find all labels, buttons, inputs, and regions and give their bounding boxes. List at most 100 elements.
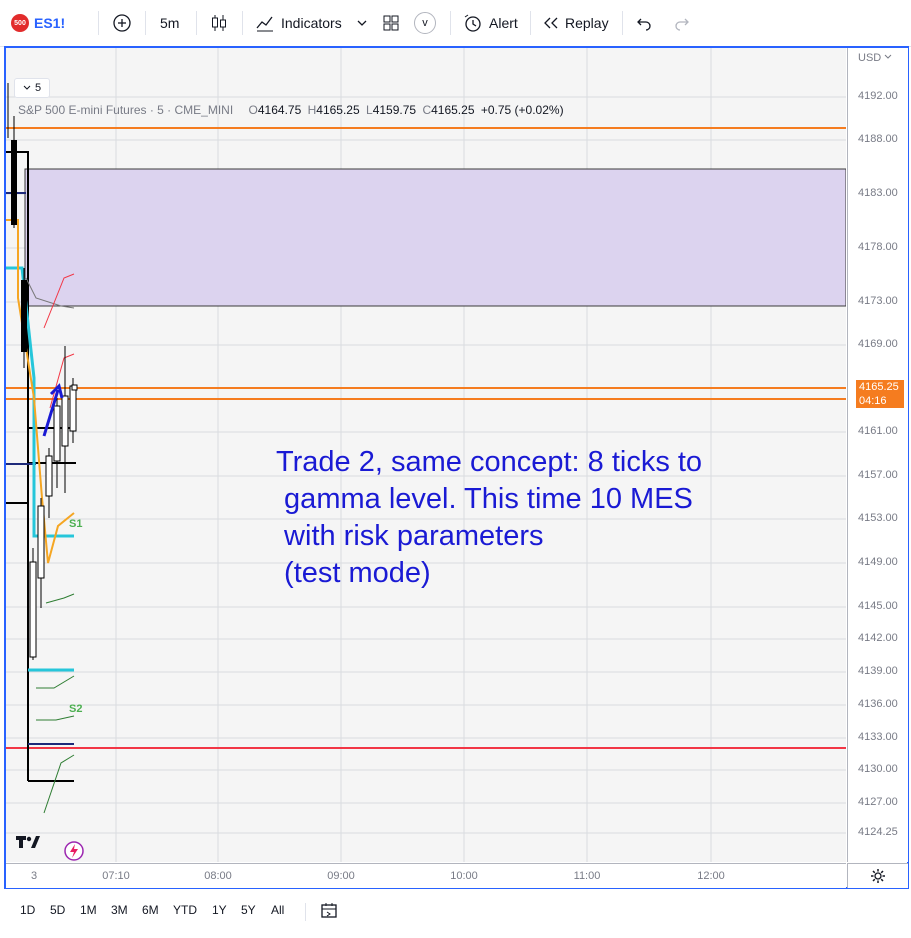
indicators-button[interactable]: Indicators xyxy=(255,11,342,35)
time-label: 09:00 xyxy=(327,870,355,882)
price-label: 4145.00 xyxy=(858,600,898,612)
range-1y[interactable]: 1Y xyxy=(212,903,227,917)
divider xyxy=(145,11,146,35)
lightning-button[interactable] xyxy=(63,840,85,862)
divider xyxy=(98,11,99,35)
alarm-clock-icon xyxy=(464,14,481,32)
high-value: 4165.25 xyxy=(316,103,360,117)
grid-layout-icon xyxy=(383,15,399,31)
symbol-search-button[interactable]: 500 ES1! xyxy=(11,11,65,35)
chevron-down-icon xyxy=(357,20,367,26)
undo-button[interactable] xyxy=(636,11,652,35)
divider xyxy=(196,11,197,35)
price-label: 4139.00 xyxy=(858,665,898,677)
time-label: 08:00 xyxy=(204,870,232,882)
indicators-label: Indicators xyxy=(281,15,342,31)
green-band-line xyxy=(36,715,75,721)
undo-icon xyxy=(637,18,651,31)
replay-label: Replay xyxy=(565,15,609,31)
price-label: 4178.00 xyxy=(858,241,898,253)
divider xyxy=(530,11,531,35)
time-label: 3 xyxy=(30,870,38,882)
v-circle-icon: v xyxy=(414,12,436,34)
price-label: 4133.00 xyxy=(858,731,898,743)
range-3m[interactable]: 3M xyxy=(111,903,128,917)
supply-zone-rectangle[interactable] xyxy=(24,168,846,307)
price-label: 4136.00 xyxy=(858,698,898,710)
interval-chip-label: 5 xyxy=(34,82,42,94)
range-6m[interactable]: 6M xyxy=(142,903,159,917)
chart-type-button[interactable] xyxy=(209,11,229,35)
lightning-icon xyxy=(64,841,84,861)
collapse-indicators-button[interactable]: 5 xyxy=(14,78,50,98)
rewind-icon xyxy=(544,17,558,29)
tv-logo-icon xyxy=(16,836,40,848)
chart-settings-button[interactable] xyxy=(847,863,908,888)
tradingview-logo[interactable] xyxy=(16,834,40,854)
go-to-date-button[interactable] xyxy=(320,902,338,925)
indicators-icon xyxy=(256,16,273,32)
top-toolbar: 500 ES1! 5m Indicators v Alert Replay xyxy=(0,0,911,47)
change-value: +0.75 (+0.02%) xyxy=(480,103,564,117)
price-label: 4173.00 xyxy=(858,295,898,307)
plus-circle-icon xyxy=(113,14,131,32)
range-1d[interactable]: 1D xyxy=(20,903,35,917)
time-label: 07:10 xyxy=(102,870,130,882)
price-label: 4161.00 xyxy=(858,425,898,437)
calendar-range-icon xyxy=(321,903,337,918)
add-symbol-button[interactable] xyxy=(112,11,132,35)
price-label: 4153.00 xyxy=(858,512,898,524)
green-band-line xyxy=(43,754,75,814)
trade-annotation-text[interactable]: Trade 2, same concept: 8 ticks to gamma … xyxy=(276,444,702,592)
divider xyxy=(242,11,243,35)
v-button[interactable]: v xyxy=(414,11,436,35)
low-label: L xyxy=(366,103,373,117)
symbol-label: ES1! xyxy=(34,15,66,31)
candles-icon xyxy=(212,15,226,31)
price-label: 4188.00 xyxy=(858,133,898,145)
pivot-s2-label: S2 xyxy=(69,703,83,715)
chevron-down-icon xyxy=(23,85,31,90)
replay-button[interactable]: Replay xyxy=(542,11,609,35)
time-label: 12:00 xyxy=(697,870,725,882)
interval-button[interactable]: 5m xyxy=(160,11,179,35)
range-1m[interactable]: 1M xyxy=(80,903,97,917)
price-label: 4169.00 xyxy=(858,338,898,350)
gear-icon xyxy=(871,869,885,883)
close-value: 4165.25 xyxy=(431,103,475,117)
price-label: 4130.00 xyxy=(858,763,898,775)
alert-button[interactable]: Alert xyxy=(462,11,518,35)
indicators-dropdown[interactable] xyxy=(356,11,368,35)
time-label: 10:00 xyxy=(450,870,478,882)
time-axis[interactable]: 3 07:10 08:00 09:00 10:00 11:00 12:00 xyxy=(6,863,846,888)
price-label: 4149.00 xyxy=(858,556,898,568)
divider xyxy=(622,11,623,35)
range-ytd[interactable]: YTD xyxy=(173,903,197,917)
redo-button[interactable] xyxy=(674,11,690,35)
pivot-s1-label: S1 xyxy=(69,518,83,530)
bottom-toolbar: 1D 5D 1M 3M 6M YTD 1Y 5Y All xyxy=(0,891,911,938)
low-value: 4159.75 xyxy=(372,103,417,117)
price-axis[interactable]: USD 4192.00 4188.00 4183.00 4178.00 4173… xyxy=(847,48,908,862)
price-label: 4183.00 xyxy=(858,187,898,199)
range-5d[interactable]: 5D xyxy=(50,903,65,917)
layout-button[interactable] xyxy=(382,11,400,35)
divider xyxy=(305,903,306,921)
price-label: 4157.00 xyxy=(858,469,898,481)
legend-title: S&P 500 E-mini Futures · 5 · CME_MINI xyxy=(18,103,234,117)
symbol-legend[interactable]: S&P 500 E-mini Futures · 5 · CME_MINI O4… xyxy=(18,103,564,117)
open-value: 4164.75 xyxy=(257,103,302,117)
chevron-down-icon xyxy=(884,54,892,59)
divider xyxy=(450,11,451,35)
interval-label: 5m xyxy=(160,15,180,31)
currency-selector[interactable]: USD xyxy=(858,52,892,64)
price-label: 4192.00 xyxy=(858,90,898,102)
current-price-badge: 4165.25 xyxy=(856,380,904,394)
redo-icon xyxy=(675,18,689,31)
price-label: 4127.00 xyxy=(858,796,898,808)
sp500-logo-icon: 500 xyxy=(11,14,29,32)
close-label: C xyxy=(422,103,432,117)
range-all[interactable]: All xyxy=(271,903,284,917)
range-5y[interactable]: 5Y xyxy=(241,903,256,917)
currency-label: USD xyxy=(858,52,882,64)
